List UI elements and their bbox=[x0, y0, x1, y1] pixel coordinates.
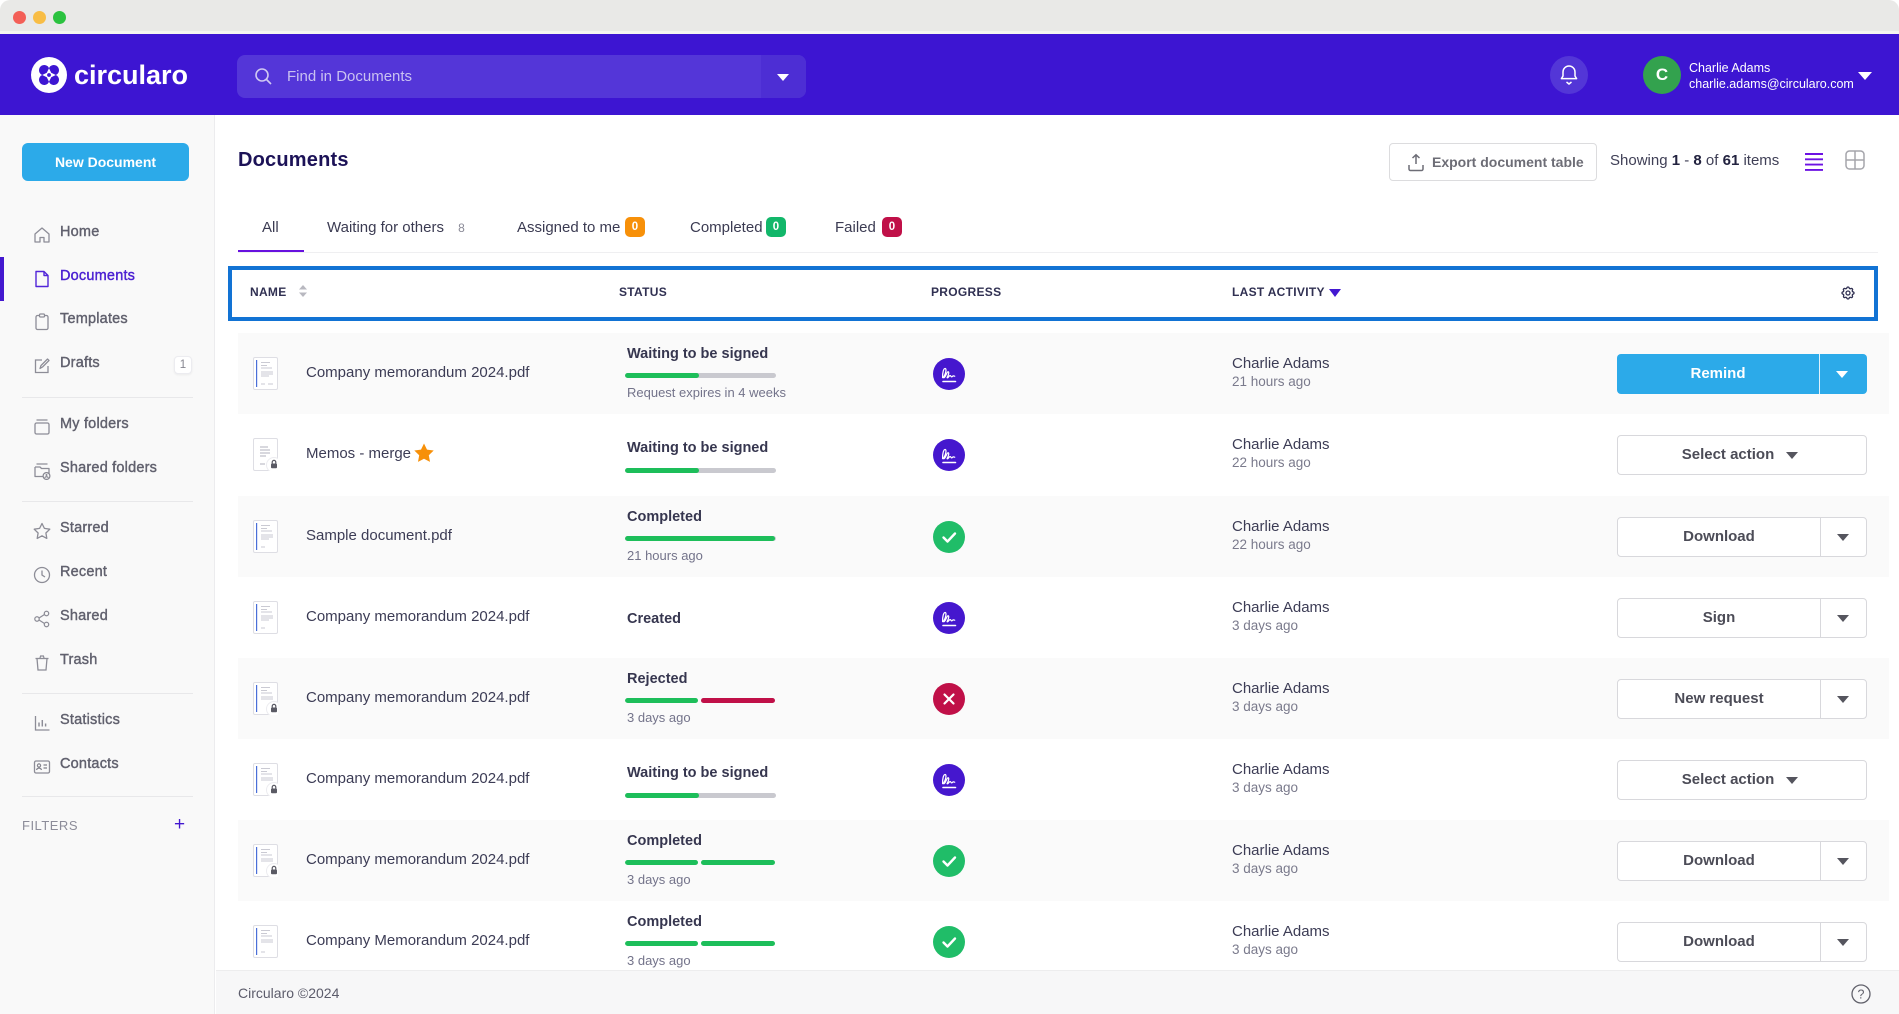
svg-text:?: ? bbox=[1858, 988, 1865, 1002]
